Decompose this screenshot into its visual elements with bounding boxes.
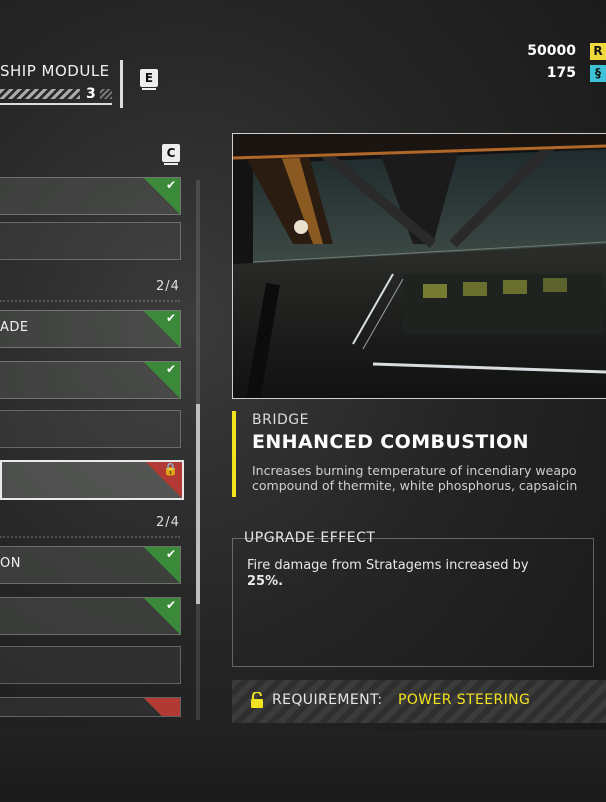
module-row-5[interactable] [0,410,181,448]
locked-padlock-icon [144,698,180,716]
padlock-icon [250,691,264,712]
unlocked-check-icon: ✔ [144,178,180,214]
module-row-2[interactable] [0,222,181,260]
module-description-line-1: Increases burning temperature of incendi… [252,463,577,478]
level-progress-tail [100,89,112,99]
next-tab-key-e[interactable]: E [140,69,158,90]
selected-accent-bar [232,411,236,497]
unlocked-check-icon: ✔ [144,311,180,347]
ship-module-title: SHIP MODULE [0,62,110,80]
module-row-1[interactable]: ✔ [0,177,181,215]
module-row-4[interactable]: ✔ [0,361,181,399]
requirement-value: POWER STEERING [398,692,531,708]
upgrade-effect-label: UPGRADE EFFECT [244,530,376,546]
header-divider [120,60,123,108]
unlocked-check-icon: ✔ [144,598,180,634]
module-description: Increases burning temperature of incendi… [252,463,606,493]
module-row-7-label: ON [0,556,21,571]
samples-amount: 175 [546,65,576,81]
requisition-icon: R [590,43,606,60]
module-row-10[interactable] [0,697,181,717]
bottom-background [0,730,606,802]
group-2-count: 2/4 [156,515,180,530]
samples-icon: § [590,65,606,82]
toggle-list-key-c[interactable]: C [162,144,180,165]
module-row-9[interactable] [0,646,181,684]
unlocked-check-icon: ✔ [144,547,180,583]
locked-padlock-icon: 🔒 [146,462,182,498]
group-divider [0,300,180,302]
module-level-bar: 3 [0,86,112,105]
requisition-amount: 50000 [527,43,576,59]
module-row-7[interactable]: ON ✔ [0,546,181,584]
module-title: ENHANCED COMBUSTION [252,431,529,453]
module-description-line-2: compound of thermite, white phosphorus, … [252,478,578,493]
module-row-8[interactable]: ✔ [0,597,181,635]
module-row-selected[interactable]: 🔒 [0,460,184,500]
upgrade-effect-value: 25%. [247,574,284,589]
group-1-count: 2/4 [156,279,180,294]
bridge-scene-illustration [233,134,606,398]
level-progress-stripes [0,89,80,99]
list-scrollbar-thumb[interactable] [196,404,200,604]
group-divider [0,536,180,538]
upgrade-effect-text: Fire damage from Stratagems increased by… [247,558,577,590]
module-category: BRIDGE [252,412,309,428]
bridge-preview-image [232,133,606,399]
module-row-3[interactable]: ADE ✔ [0,310,181,348]
module-level-value: 3 [86,86,96,102]
module-row-3-label: ADE [0,320,29,335]
upgrade-effect-description: Fire damage from Stratagems increased by [247,558,529,573]
requirement-label: REQUIREMENT: [272,692,383,708]
unlocked-check-icon: ✔ [144,362,180,398]
